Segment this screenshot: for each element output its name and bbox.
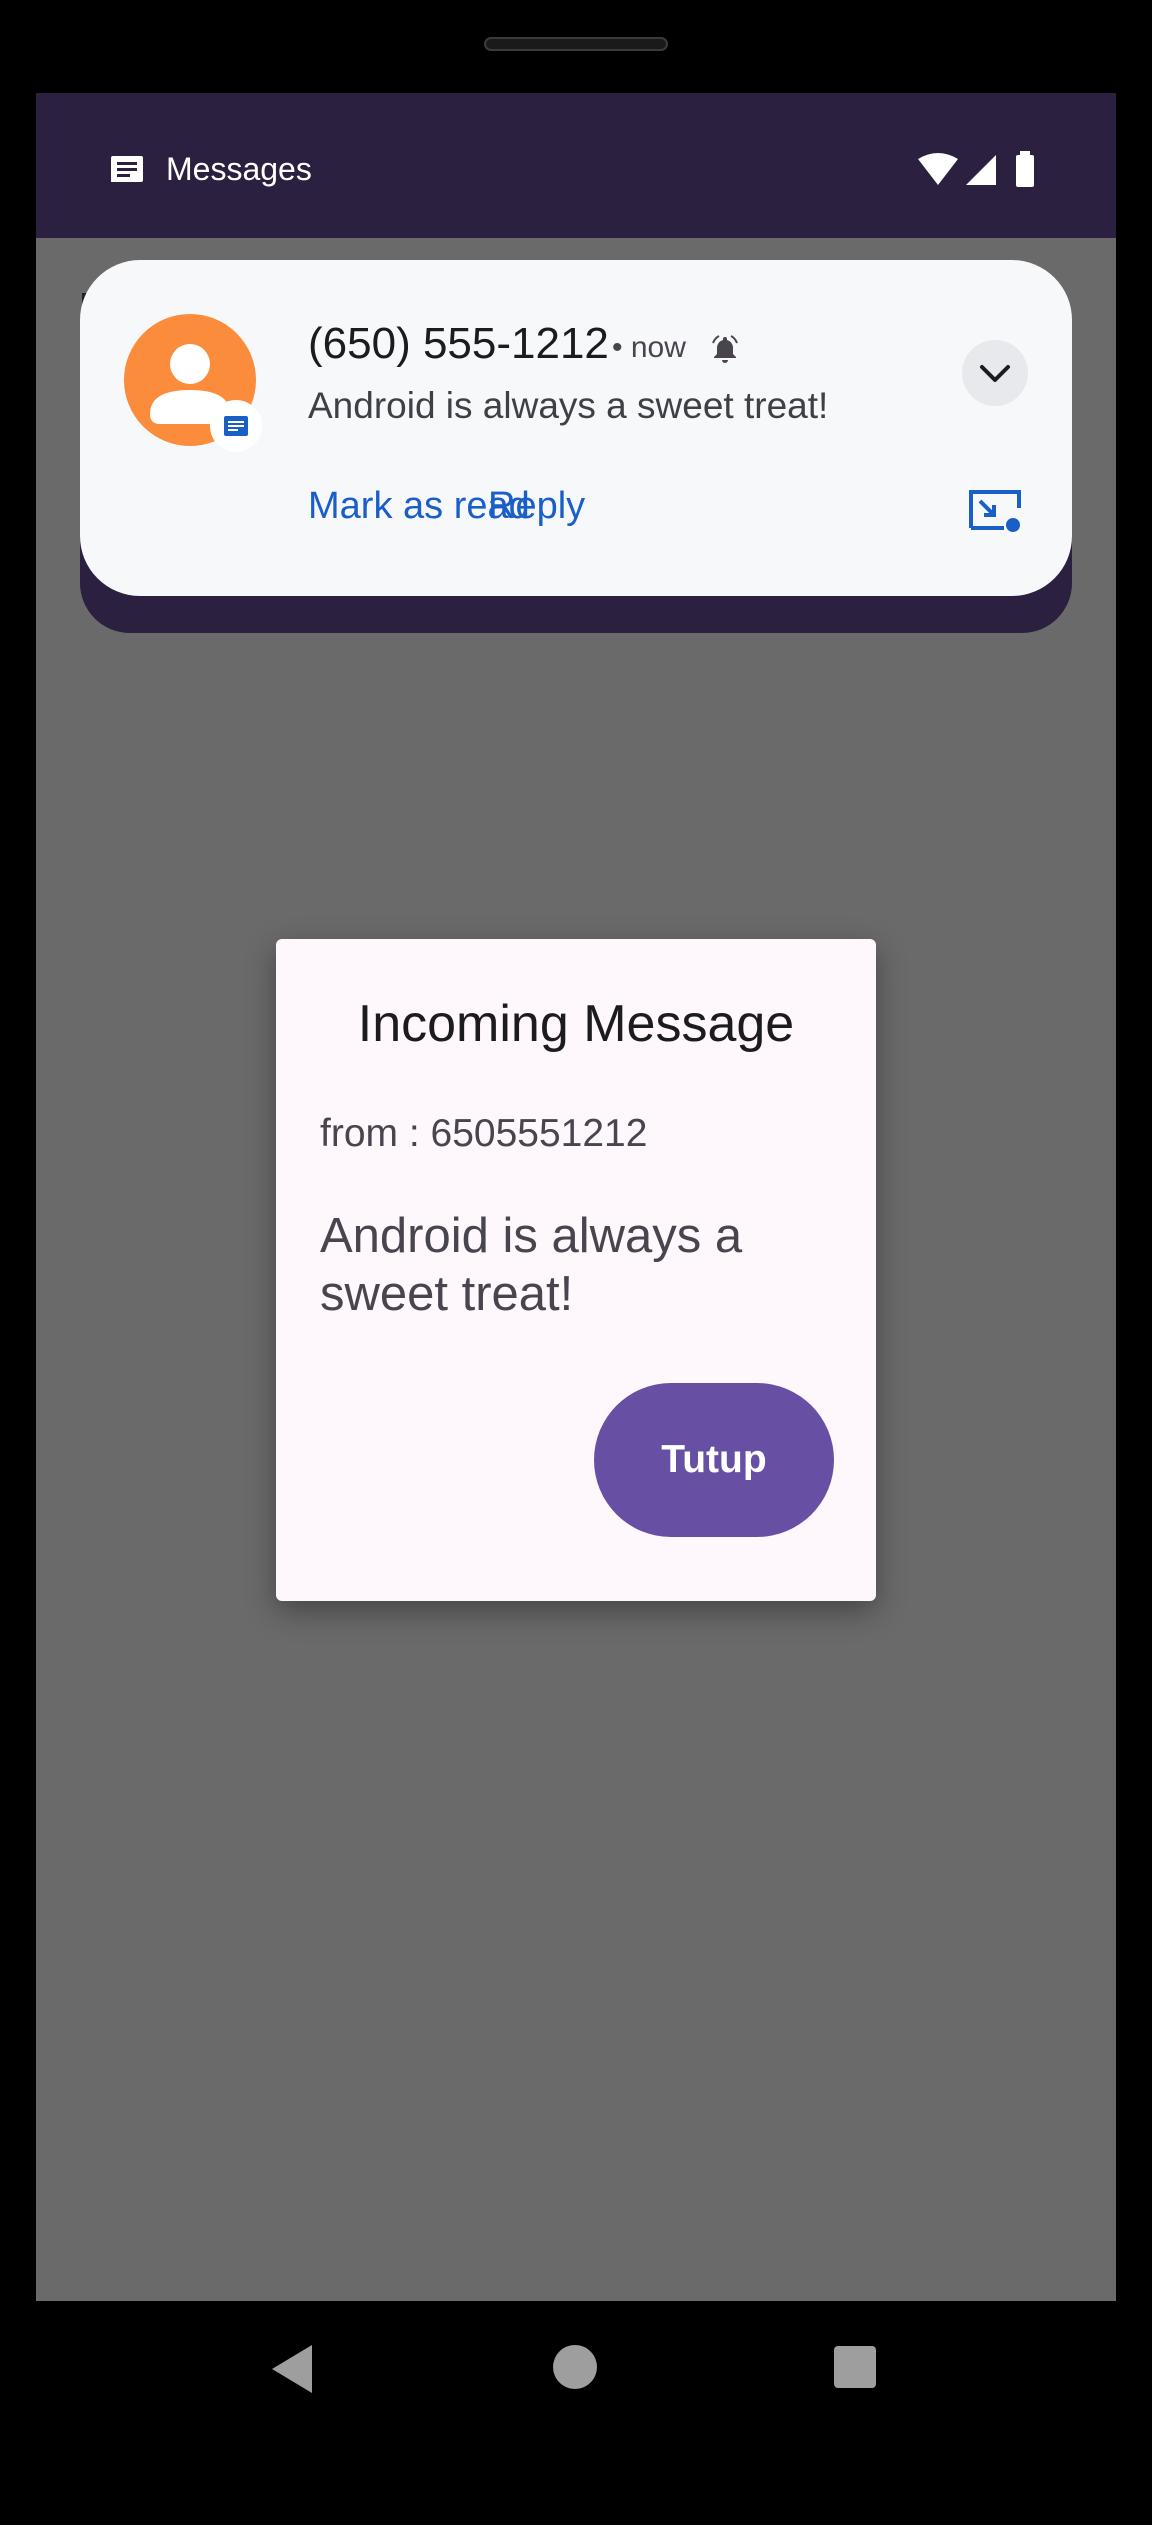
status-bar: Messages — [36, 93, 1116, 238]
device-frame: Messages (650) 555-1212 • now Android is… — [0, 0, 1152, 2525]
screen: Messages (650) 555-1212 • now Android is… — [36, 93, 1116, 2301]
messages-badge — [210, 400, 262, 452]
home-circle-icon[interactable] — [553, 2345, 597, 2389]
alerting-bell-icon — [712, 335, 738, 363]
battery-icon — [1016, 151, 1034, 187]
back-triangle-icon[interactable] — [268, 2343, 318, 2395]
close-dialog-button[interactable]: Tutup — [594, 1383, 834, 1537]
heads-up-notification[interactable]: (650) 555-1212 • now Android is always a… — [80, 260, 1072, 596]
notification-body: Android is always a sweet treat! — [308, 385, 829, 426]
dialog-message-body: Android is always a sweet treat! — [320, 1209, 743, 1321]
message-badge-icon — [224, 416, 248, 436]
wifi-icon — [918, 153, 958, 185]
chevron-down-icon — [980, 365, 1010, 382]
notification-sender: (650) 555-1212 — [308, 319, 609, 368]
expand-notification-button[interactable] — [962, 340, 1028, 406]
bubble-icon[interactable] — [968, 488, 1024, 534]
dialog-title: Incoming Message — [357, 995, 795, 1053]
status-icons — [918, 151, 1034, 187]
messages-app-icon — [111, 156, 143, 182]
dialog-sender: from : 6505551212 — [320, 1112, 648, 1155]
incoming-message-dialog: Incoming Message from : 6505551212 Andro… — [276, 939, 876, 1601]
recents-square-icon[interactable] — [834, 2346, 876, 2388]
notification-time: • now — [612, 331, 686, 364]
reply-button[interactable]: Reply — [488, 480, 585, 532]
signal-icon — [966, 155, 996, 185]
earpiece-speaker — [484, 37, 668, 51]
app-name-label: Messages — [166, 151, 312, 187]
navigation-bar — [0, 2301, 1152, 2433]
